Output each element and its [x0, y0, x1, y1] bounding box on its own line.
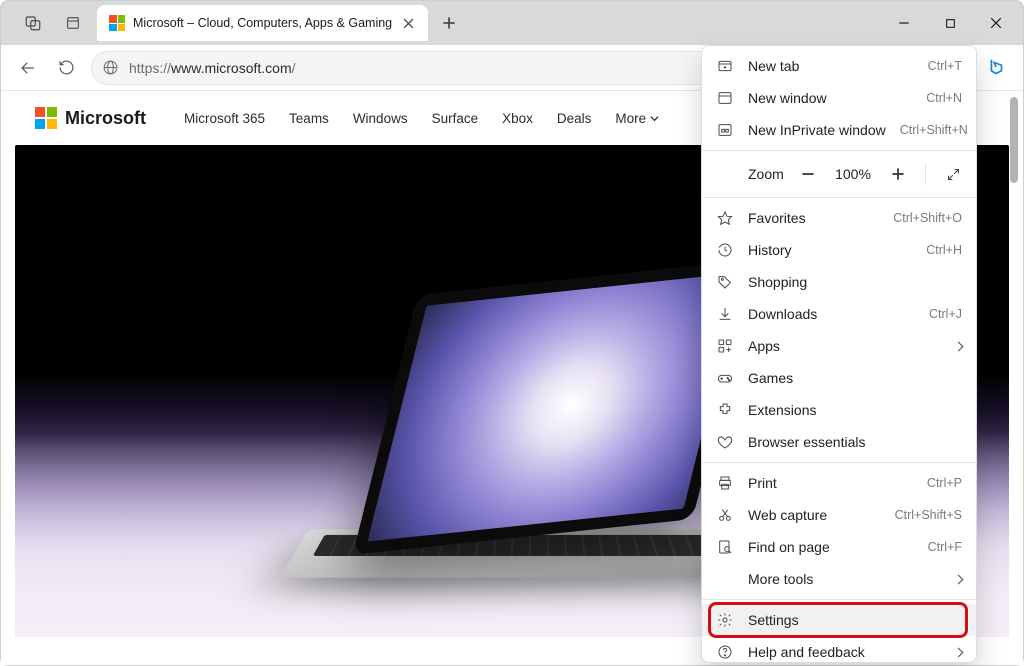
menu-downloads[interactable]: Downloads Ctrl+J — [702, 298, 976, 330]
menu-separator — [702, 462, 976, 463]
menu-settings[interactable]: Settings — [702, 604, 976, 636]
print-icon — [716, 474, 734, 492]
search-icon — [716, 538, 734, 556]
gear-icon — [716, 611, 734, 629]
menu-inprivate[interactable]: New InPrivate window Ctrl+Shift+N — [702, 114, 976, 146]
nav-surface[interactable]: Surface — [432, 111, 479, 126]
url-text: https://www.microsoft.com/ — [129, 60, 296, 76]
help-icon — [716, 643, 734, 661]
shortcut-text: Ctrl+H — [926, 243, 962, 257]
refresh-button[interactable] — [47, 51, 85, 85]
settings-and-more-menu: New tab Ctrl+T New window Ctrl+N New InP… — [701, 45, 977, 663]
microsoft-logo[interactable]: Microsoft — [35, 107, 146, 129]
microsoft-logo-icon — [35, 107, 57, 129]
menu-web-capture[interactable]: Web capture Ctrl+Shift+S — [702, 499, 976, 531]
window-minimize-button[interactable] — [881, 7, 927, 39]
browser-tab[interactable]: Microsoft – Cloud, Computers, Apps & Gam… — [97, 5, 428, 41]
menu-zoom: Zoom 100% — [702, 155, 976, 193]
titlebar: Microsoft – Cloud, Computers, Apps & Gam… — [1, 1, 1023, 45]
nav-xbox[interactable]: Xbox — [502, 111, 533, 126]
shortcut-text: Ctrl+F — [928, 540, 962, 554]
menu-browser-essentials[interactable]: Browser essentials — [702, 426, 976, 458]
zoom-value: 100% — [831, 166, 875, 182]
menu-more-tools[interactable]: More tools — [702, 563, 976, 595]
shortcut-text: Ctrl+T — [928, 59, 962, 73]
nav-microsoft-365[interactable]: Microsoft 365 — [184, 111, 265, 126]
history-icon — [716, 241, 734, 259]
shortcut-text: Ctrl+J — [929, 307, 962, 321]
nav-teams[interactable]: Teams — [289, 111, 329, 126]
download-icon — [716, 305, 734, 323]
menu-favorites[interactable]: Favorites Ctrl+Shift+O — [702, 202, 976, 234]
site-info-icon[interactable] — [102, 59, 119, 76]
titlebar-left — [5, 7, 91, 39]
heart-pulse-icon — [716, 433, 734, 451]
tab-favicon-microsoft — [109, 15, 125, 31]
browser-window: Microsoft – Cloud, Computers, Apps & Gam… — [0, 0, 1024, 666]
fullscreen-button[interactable] — [940, 161, 966, 187]
capture-icon — [716, 506, 734, 524]
chevron-down-icon — [650, 114, 659, 123]
new-window-icon — [716, 89, 734, 107]
menu-help[interactable]: Help and feedback — [702, 636, 976, 663]
page-scrollbar[interactable] — [1008, 93, 1020, 663]
nav-more[interactable]: More — [615, 111, 659, 126]
menu-history[interactable]: History Ctrl+H — [702, 234, 976, 266]
menu-games[interactable]: Games — [702, 362, 976, 394]
menu-extensions[interactable]: Extensions — [702, 394, 976, 426]
shortcut-text: Ctrl+N — [926, 91, 962, 105]
site-nav: Microsoft 365 Teams Windows Surface Xbox… — [184, 111, 659, 126]
zoom-label: Zoom — [748, 166, 785, 182]
tab-actions-icon[interactable] — [55, 7, 91, 39]
menu-shopping[interactable]: Shopping — [702, 266, 976, 298]
shortcut-text: Ctrl+Shift+N — [900, 123, 968, 137]
menu-apps[interactable]: Apps — [702, 330, 976, 362]
menu-find[interactable]: Find on page Ctrl+F — [702, 531, 976, 563]
menu-new-window[interactable]: New window Ctrl+N — [702, 82, 976, 114]
microsoft-logo-text: Microsoft — [65, 108, 146, 129]
shortcut-text: Ctrl+P — [927, 476, 962, 490]
menu-separator — [702, 150, 976, 151]
tag-icon — [716, 273, 734, 291]
star-icon — [716, 209, 734, 227]
new-tab-icon — [716, 57, 734, 75]
zoom-in-button[interactable] — [885, 161, 911, 187]
window-controls — [881, 7, 1019, 39]
menu-separator — [702, 599, 976, 600]
nav-windows[interactable]: Windows — [353, 111, 408, 126]
new-tab-button[interactable] — [432, 6, 466, 40]
menu-separator — [702, 197, 976, 198]
window-maximize-button[interactable] — [927, 7, 973, 39]
window-close-button[interactable] — [973, 7, 1019, 39]
menu-new-tab[interactable]: New tab Ctrl+T — [702, 50, 976, 82]
workspaces-icon[interactable] — [15, 7, 51, 39]
shortcut-text: Ctrl+Shift+S — [895, 508, 962, 522]
apps-icon — [716, 337, 734, 355]
nav-deals[interactable]: Deals — [557, 111, 592, 126]
tab-close-button[interactable] — [398, 13, 418, 33]
bing-chat-button[interactable] — [977, 51, 1015, 85]
games-icon — [716, 369, 734, 387]
inprivate-icon — [716, 121, 734, 139]
menu-print[interactable]: Print Ctrl+P — [702, 467, 976, 499]
back-button[interactable] — [9, 51, 47, 85]
zoom-out-button[interactable] — [795, 161, 821, 187]
shortcut-text: Ctrl+Shift+O — [893, 211, 962, 225]
extensions-icon — [716, 401, 734, 419]
tab-title: Microsoft – Cloud, Computers, Apps & Gam… — [133, 16, 392, 30]
